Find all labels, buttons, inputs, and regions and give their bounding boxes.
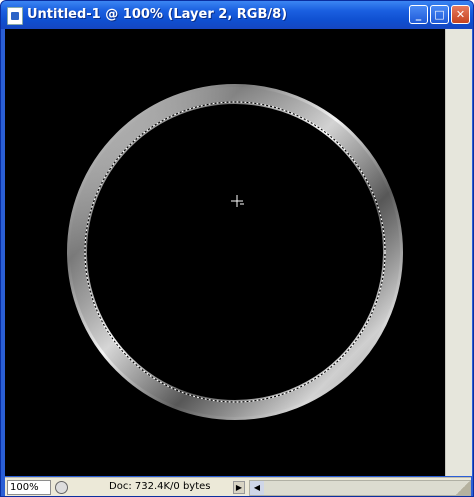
resize-grip[interactable] — [456, 481, 470, 495]
zoom-level-field[interactable]: 100% — [7, 480, 51, 495]
document-window: Untitled-1 @ 100% (Layer 2, RGB/8) _ □ ✕ — [0, 0, 474, 497]
status-menu-arrow-icon[interactable]: ▶ — [233, 481, 245, 494]
image-canvas[interactable] — [5, 29, 445, 476]
crosshair-cursor-icon — [231, 195, 244, 207]
status-bar: 100% Doc: 732.4K/0 bytes ▶ ◀ — [5, 477, 471, 496]
maximize-button[interactable]: □ — [430, 5, 449, 24]
document-size-info: Doc: 732.4K/0 bytes — [109, 481, 211, 492]
canvas-artwork — [67, 84, 403, 420]
minimize-button[interactable]: _ — [409, 5, 428, 24]
scroll-left-arrow-icon[interactable]: ◀ — [250, 481, 264, 495]
title-bar[interactable]: Untitled-1 @ 100% (Layer 2, RGB/8) _ □ ✕ — [1, 1, 473, 29]
window-title: Untitled-1 @ 100% (Layer 2, RGB/8) — [27, 7, 288, 22]
status-info-icon[interactable] — [55, 481, 68, 494]
horizontal-scrollbar[interactable]: ◀ — [249, 480, 471, 496]
document-icon — [7, 7, 23, 25]
vertical-scrollbar[interactable] — [445, 29, 472, 476]
ring-highlight — [70, 87, 400, 417]
close-button[interactable]: ✕ — [451, 5, 470, 24]
